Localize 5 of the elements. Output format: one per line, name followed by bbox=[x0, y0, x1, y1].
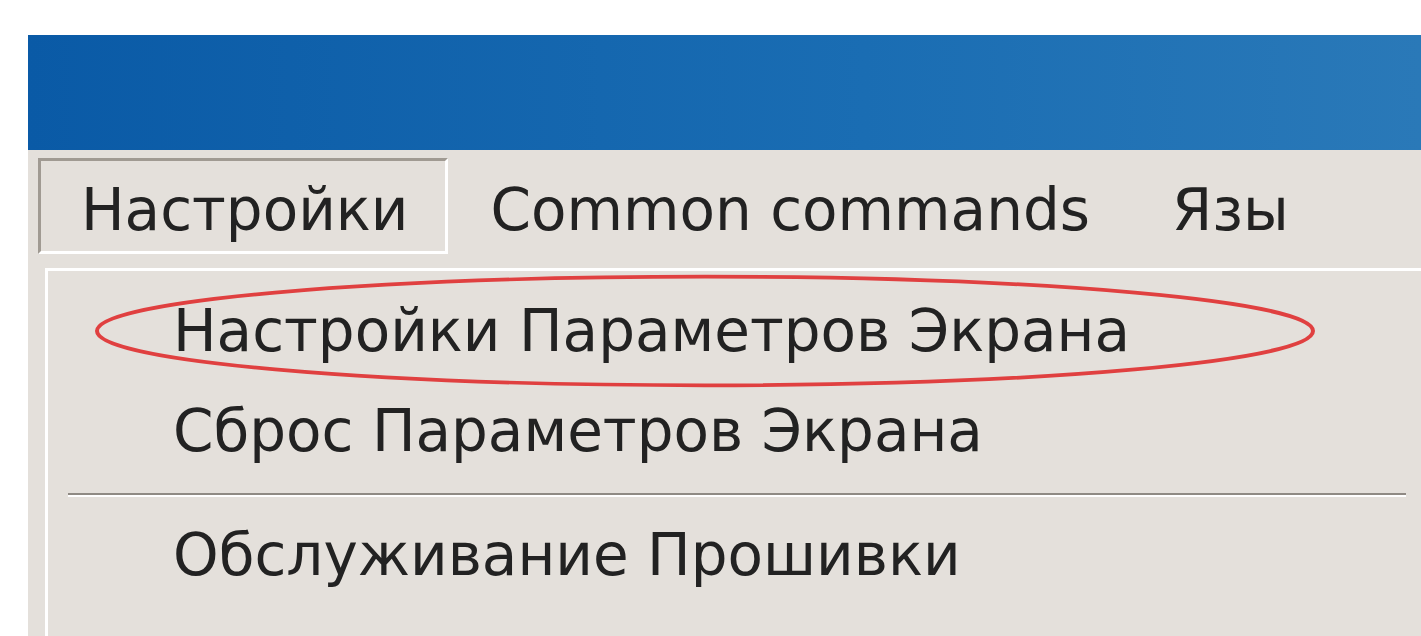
menu-bar-item[interactable]: Язы bbox=[1128, 158, 1292, 255]
menu-bar-item[interactable]: Common commands bbox=[447, 158, 1129, 255]
menu-item[interactable]: Обслуживание Прошивки bbox=[173, 505, 961, 605]
menu-bar-item[interactable]: Настройки bbox=[38, 158, 448, 255]
menu-item[interactable]: Сброс Параметров Экрана bbox=[173, 381, 983, 481]
